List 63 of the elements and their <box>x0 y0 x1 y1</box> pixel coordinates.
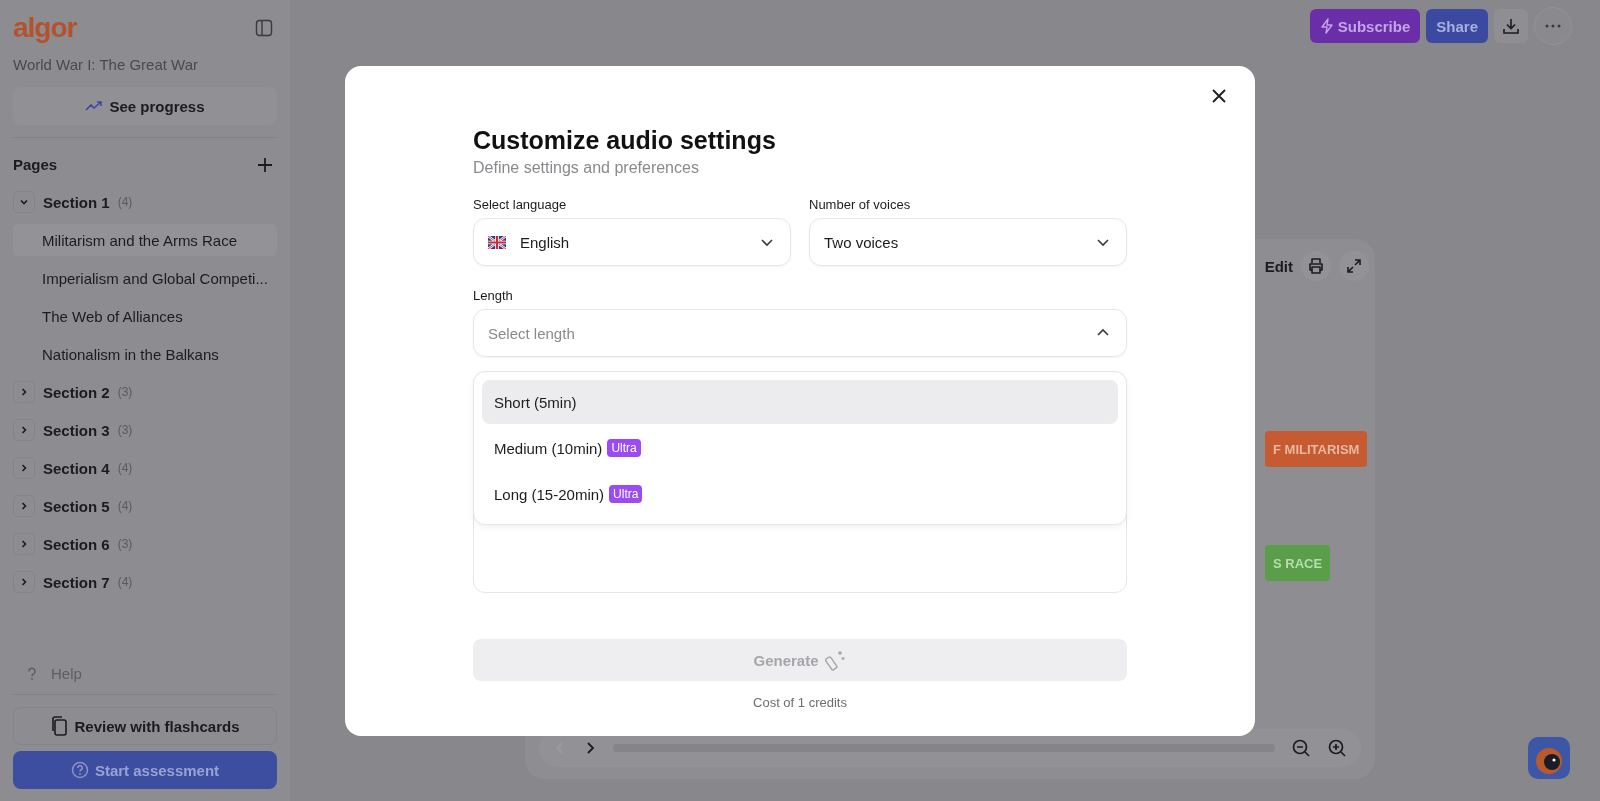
zoom-out-icon[interactable] <box>1291 738 1311 758</box>
field-label: Select language <box>473 197 568 212</box>
field-label: Number of voices <box>809 197 912 212</box>
dropdown-select[interactable]: English <box>473 218 791 266</box>
mascot-icon[interactable] <box>1528 737 1570 779</box>
share-button[interactable]: Share <box>1426 9 1488 43</box>
expand-icon <box>1346 258 1362 274</box>
expand-toggle[interactable] <box>13 191 35 213</box>
zoom-in-icon[interactable] <box>1327 738 1347 758</box>
page-item[interactable]: Militarism and the Arms Race <box>13 224 277 256</box>
cards-icon <box>50 716 69 736</box>
download-icon <box>1502 17 1520 35</box>
credit-cost-note: Cost of 1 credits <box>752 695 848 710</box>
page-item[interactable]: The Web of Alliances <box>13 300 277 332</box>
more-icon <box>1545 24 1561 28</box>
expand-toggle[interactable] <box>13 457 35 479</box>
dialog-title: Customize audio settings <box>473 126 777 155</box>
close-icon[interactable] <box>1211 88 1227 104</box>
trend-up-icon <box>85 100 104 112</box>
section-title[interactable]: Section 2 <box>43 383 110 401</box>
section-title[interactable]: Section 7 <box>43 573 110 591</box>
dialog-subtitle: Define settings and preferences <box>473 159 700 177</box>
question-bubble-icon <box>70 761 89 779</box>
see-progress-button[interactable]: See progress <box>13 87 277 125</box>
section-title[interactable]: Section 4 <box>43 459 110 477</box>
magic-wand-icon <box>824 649 847 671</box>
tier-tag: Ultra <box>609 485 643 503</box>
mindmap-node: F MILITARISM <box>1265 431 1368 467</box>
menu-option[interactable]: Medium (10min) Ultra <box>482 426 1118 470</box>
download-button[interactable] <box>1494 9 1528 43</box>
expand-button[interactable] <box>1339 251 1369 281</box>
expand-toggle[interactable] <box>13 419 35 441</box>
flashcards-button[interactable]: Review with flashcards <box>13 707 277 745</box>
print-button[interactable] <box>1301 251 1331 281</box>
page-item[interactable]: Imperialism and Global Competi... <box>13 262 277 294</box>
pages-heading: Pages <box>13 156 58 173</box>
subscribe-button[interactable]: Subscribe <box>1309 9 1421 43</box>
expand-toggle[interactable] <box>13 495 35 517</box>
section-title[interactable]: Section 6 <box>43 535 110 553</box>
length-select[interactable]: Select length <box>473 309 1127 357</box>
expand-toggle[interactable] <box>13 533 35 555</box>
sidebar-toggle-icon[interactable] <box>255 19 273 37</box>
expand-toggle[interactable] <box>13 381 35 403</box>
menu-option[interactable]: Short (5min) <box>482 380 1118 424</box>
question-mark-icon <box>27 666 37 681</box>
start-assessment-button[interactable]: Start assessment <box>13 751 277 789</box>
plus-icon[interactable] <box>257 156 273 173</box>
expand-toggle[interactable] <box>13 571 35 593</box>
edit-link[interactable]: Edit <box>1264 257 1293 275</box>
dropdown-select[interactable]: Two voices <box>809 218 1127 266</box>
flag-icon <box>488 235 506 249</box>
printer-icon <box>1307 257 1325 275</box>
menu-option[interactable]: Long (15-20min) Ultra <box>482 472 1118 516</box>
mindmap-node: S RACE <box>1265 545 1331 581</box>
lightning-icon <box>1319 18 1334 34</box>
tier-tag: Ultra <box>607 439 641 457</box>
section-title[interactable]: Section 5 <box>43 497 110 515</box>
section-title[interactable]: Section 3 <box>43 421 110 439</box>
section-title[interactable]: Section 1 <box>43 193 110 211</box>
length-input[interactable]: Select length <box>488 324 1082 342</box>
field-label: Length <box>473 288 514 303</box>
course-title: World War I: The Great War <box>13 56 200 73</box>
page-item[interactable]: Nationalism in the Balkans <box>13 338 277 370</box>
